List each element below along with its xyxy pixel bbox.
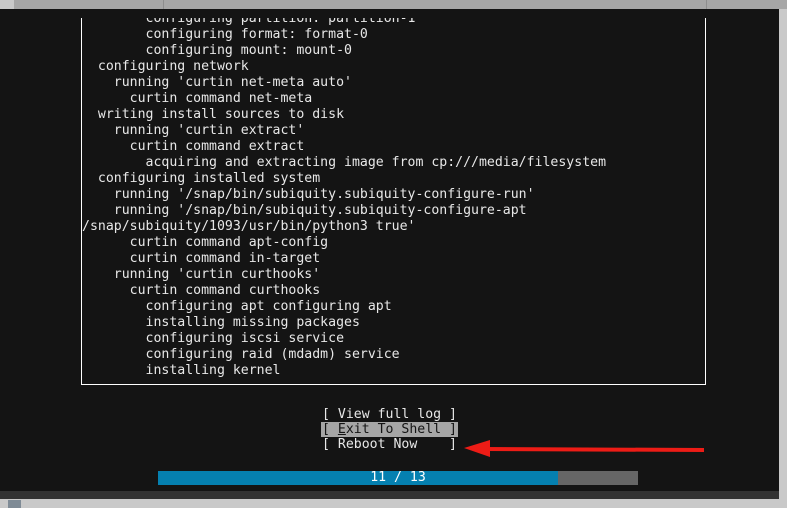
window-bottom-edge bbox=[0, 499, 787, 508]
exit-to-shell-button[interactable]: [ Exit To Shell ] bbox=[0, 422, 779, 437]
exit-to-shell-hotkey: E bbox=[337, 422, 346, 437]
install-progress-bar: 11 / 13 bbox=[0, 471, 779, 485]
log-line: curtin command extract bbox=[82, 139, 305, 154]
exit-to-shell-rest: xit To Shell ] bbox=[345, 422, 457, 437]
log-line: running 'curtin extract' bbox=[82, 123, 305, 138]
exit-to-shell-label: [ Exit To Shell ] bbox=[321, 422, 458, 437]
log-line: curtin command net-meta bbox=[82, 91, 313, 106]
log-line: configuring installed system bbox=[82, 171, 321, 186]
log-line: running '/snap/bin/subiquity.subiquity-c… bbox=[82, 187, 535, 202]
log-line: running 'curtin curthooks' bbox=[82, 267, 321, 282]
log-line: configuring format: format-0 bbox=[82, 27, 368, 42]
window-top-chrome bbox=[0, 0, 787, 9]
log-line: configuring network bbox=[82, 59, 249, 74]
view-full-log-button[interactable]: [ View full log ] bbox=[0, 407, 779, 422]
installer-screen: configuring partition: partition-1 confi… bbox=[0, 0, 787, 508]
log-line: configuring iscsi service bbox=[82, 331, 345, 346]
log-line: configuring apt configuring apt bbox=[82, 299, 392, 314]
window-right-edge bbox=[779, 9, 787, 508]
window-chrome-left-edge bbox=[0, 0, 14, 9]
log-line: running '/snap/bin/subiquity.subiquity-c… bbox=[82, 203, 527, 218]
terminal-surface: configuring partition: partition-1 confi… bbox=[0, 9, 779, 508]
progress-label: 11 / 13 bbox=[370, 470, 426, 485]
exit-to-shell-prefix: [ bbox=[322, 422, 338, 437]
log-line: installing missing packages bbox=[82, 315, 360, 330]
window-chrome-seam-left bbox=[163, 0, 164, 9]
log-line: configuring mount: mount-0 bbox=[82, 43, 352, 58]
reboot-now-button[interactable]: [ Reboot Now ] bbox=[0, 437, 779, 452]
log-line: installing kernel bbox=[82, 363, 281, 378]
log-line: configuring partition: partition-1 bbox=[82, 18, 416, 26]
log-line: writing install sources to disk bbox=[82, 107, 345, 122]
log-line: curtin command curthooks bbox=[82, 283, 321, 298]
install-log-text: configuring partition: partition-1 confi… bbox=[82, 18, 692, 379]
log-line: running 'curtin net-meta auto' bbox=[82, 75, 352, 90]
action-menu: [ View full log ] [ Exit To Shell ] [ Re… bbox=[0, 407, 779, 452]
log-line: /snap/subiquity/1093/usr/bin/python3 tru… bbox=[82, 219, 416, 234]
log-line: acquiring and extracting image from cp:/… bbox=[82, 155, 607, 170]
taskbar-icon[interactable] bbox=[8, 500, 21, 508]
log-line: curtin command apt-config bbox=[82, 235, 329, 250]
window-chrome-seam-right bbox=[706, 0, 707, 9]
install-log-panel: configuring partition: partition-1 confi… bbox=[81, 18, 706, 385]
reboot-now-label: [ Reboot Now ] bbox=[322, 437, 457, 452]
view-full-log-label: [ View full log ] bbox=[322, 407, 457, 422]
log-line: configuring raid (mdadm) service bbox=[82, 347, 400, 362]
log-line: curtin command in-target bbox=[82, 251, 321, 266]
